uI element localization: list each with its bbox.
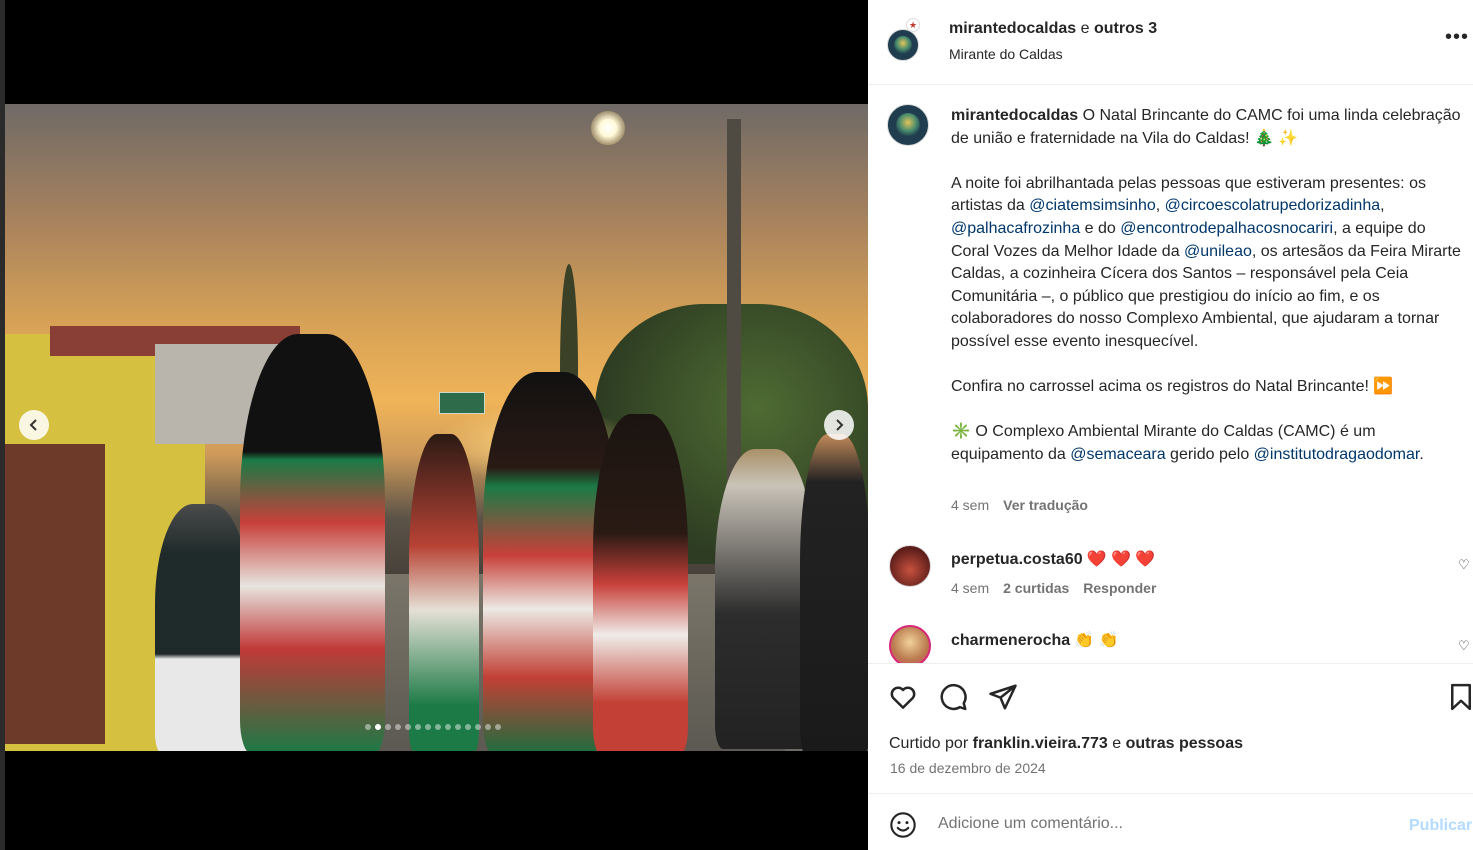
- caption-text: e do: [1080, 219, 1121, 237]
- photo-street-light: [591, 111, 625, 145]
- mirante-logo-icon: [896, 113, 920, 137]
- post-media: [5, 0, 868, 850]
- carousel-next-button[interactable]: [824, 410, 854, 440]
- photo-person: [593, 414, 688, 751]
- carousel-dot: [455, 724, 461, 730]
- caption-text: ,: [1155, 197, 1165, 215]
- author-avatar[interactable]: [887, 29, 919, 61]
- photo-street-sign: [439, 392, 485, 414]
- mention-link[interactable]: @unileao: [1184, 243, 1252, 260]
- comments-scroll-area[interactable]: mirantedocaldas O Natal Brincante do CAM…: [868, 85, 1473, 663]
- carousel-dot: [465, 724, 471, 730]
- post-actions: Curtido por franklin.vieira.773 e outras…: [868, 663, 1473, 793]
- caption-text: .: [1419, 445, 1424, 463]
- carousel-dot: [385, 724, 391, 730]
- liked-by-text: Curtido por franklin.vieira.773 e outras…: [889, 735, 1243, 753]
- caption-text: gerido pelo: [1165, 445, 1254, 463]
- comment-input[interactable]: [938, 812, 1398, 836]
- carousel-dot: [495, 724, 501, 730]
- more-options-icon[interactable]: •••: [1445, 26, 1469, 49]
- photo-person: [409, 434, 479, 751]
- comment-text: 👏 👏: [1074, 632, 1119, 649]
- mention-link[interactable]: @palhacafrozinha: [951, 220, 1080, 237]
- carousel-dot: [405, 724, 411, 730]
- post-caption: mirantedocaldas O Natal Brincante do CAM…: [951, 105, 1463, 467]
- post-details-panel: ★ mirantedocaldas e outros 3 Mirante do …: [868, 0, 1473, 850]
- carousel-dots: [365, 724, 501, 730]
- carousel-prev-button[interactable]: [19, 410, 49, 440]
- like-heart-icon[interactable]: [888, 682, 918, 712]
- caption-text: ,: [1380, 197, 1390, 215]
- commenter-avatar[interactable]: [889, 545, 931, 587]
- carousel-dot: [365, 724, 371, 730]
- photo-brown-door: [5, 444, 105, 744]
- save-bookmark-icon[interactable]: [1446, 682, 1473, 712]
- mention-link[interactable]: @institutodragaodomar: [1254, 446, 1420, 463]
- reply-button[interactable]: Responder: [1083, 580, 1156, 596]
- comment-time[interactable]: 4 sem: [951, 580, 989, 596]
- liked-by-others-link[interactable]: outras pessoas: [1126, 735, 1243, 752]
- post-date[interactable]: 16 de dezembro de 2024: [890, 760, 1046, 776]
- photo-person: [800, 434, 868, 751]
- mention-link[interactable]: @ciatemsimsinho: [1029, 197, 1156, 214]
- caption-author-avatar[interactable]: [887, 104, 929, 146]
- see-translation-button[interactable]: Ver tradução: [1003, 497, 1088, 513]
- commenter-username[interactable]: perpetua.costa60: [951, 551, 1083, 568]
- collab-others-link[interactable]: outros 3: [1094, 20, 1157, 37]
- comment-text: ❤️ ❤️ ❤️: [1086, 551, 1156, 568]
- commenter-avatar[interactable]: [889, 625, 931, 663]
- carousel-dot: [415, 724, 421, 730]
- photo-person: [155, 504, 250, 751]
- carousel-dot: [435, 724, 441, 730]
- carousel-dot: [475, 724, 481, 730]
- liked-by-connector: e: [1112, 735, 1122, 752]
- carousel-dot: [375, 724, 381, 730]
- chevron-right-icon: [836, 419, 844, 431]
- commenter-username[interactable]: charmenerocha: [951, 632, 1070, 649]
- share-paper-plane-icon[interactable]: [988, 682, 1018, 712]
- post-header: ★ mirantedocaldas e outros 3 Mirante do …: [868, 0, 1473, 85]
- comment-like-heart-icon[interactable]: ♡: [1458, 557, 1470, 573]
- chevron-left-icon: [29, 419, 37, 431]
- add-comment-bar: Publicar: [868, 793, 1473, 850]
- collaborator-badge-icon: ★: [906, 18, 920, 32]
- caption-time[interactable]: 4 sem: [951, 497, 989, 513]
- caption-meta: 4 sem Ver tradução: [951, 497, 1088, 513]
- liked-by-prefix: Curtido por: [889, 735, 969, 752]
- carousel-dot: [395, 724, 401, 730]
- mirante-logo-icon: [894, 36, 912, 54]
- comment-bubble-icon[interactable]: [938, 682, 968, 712]
- photo-person: [240, 334, 385, 751]
- comment-like-heart-icon[interactable]: ♡: [1458, 638, 1470, 654]
- comment-likes-count[interactable]: 2 curtidas: [1003, 580, 1069, 596]
- post-location[interactable]: Mirante do Caldas: [949, 46, 1063, 62]
- carousel-dot: [425, 724, 431, 730]
- publish-comment-button[interactable]: Publicar: [1409, 817, 1472, 835]
- carousel-dot: [485, 724, 491, 730]
- collab-connector: e: [1080, 20, 1090, 37]
- mention-link[interactable]: @circoescolatrupedorizadinha: [1165, 197, 1380, 214]
- mention-link[interactable]: @encontrodepalhacosnocariri: [1120, 220, 1333, 237]
- post-authors: mirantedocaldas e outros 3: [949, 20, 1157, 38]
- liked-by-username[interactable]: franklin.vieira.773: [973, 735, 1108, 752]
- carousel-dot: [445, 724, 451, 730]
- mention-link[interactable]: @semaceara: [1070, 446, 1165, 463]
- carousel-photo: [5, 104, 868, 751]
- caption-paragraph-3: Confira no carrossel acima os registros …: [951, 378, 1394, 396]
- author-username[interactable]: mirantedocaldas: [949, 20, 1076, 37]
- caption-username[interactable]: mirantedocaldas: [951, 107, 1078, 124]
- emoji-smiley-icon[interactable]: [889, 811, 917, 839]
